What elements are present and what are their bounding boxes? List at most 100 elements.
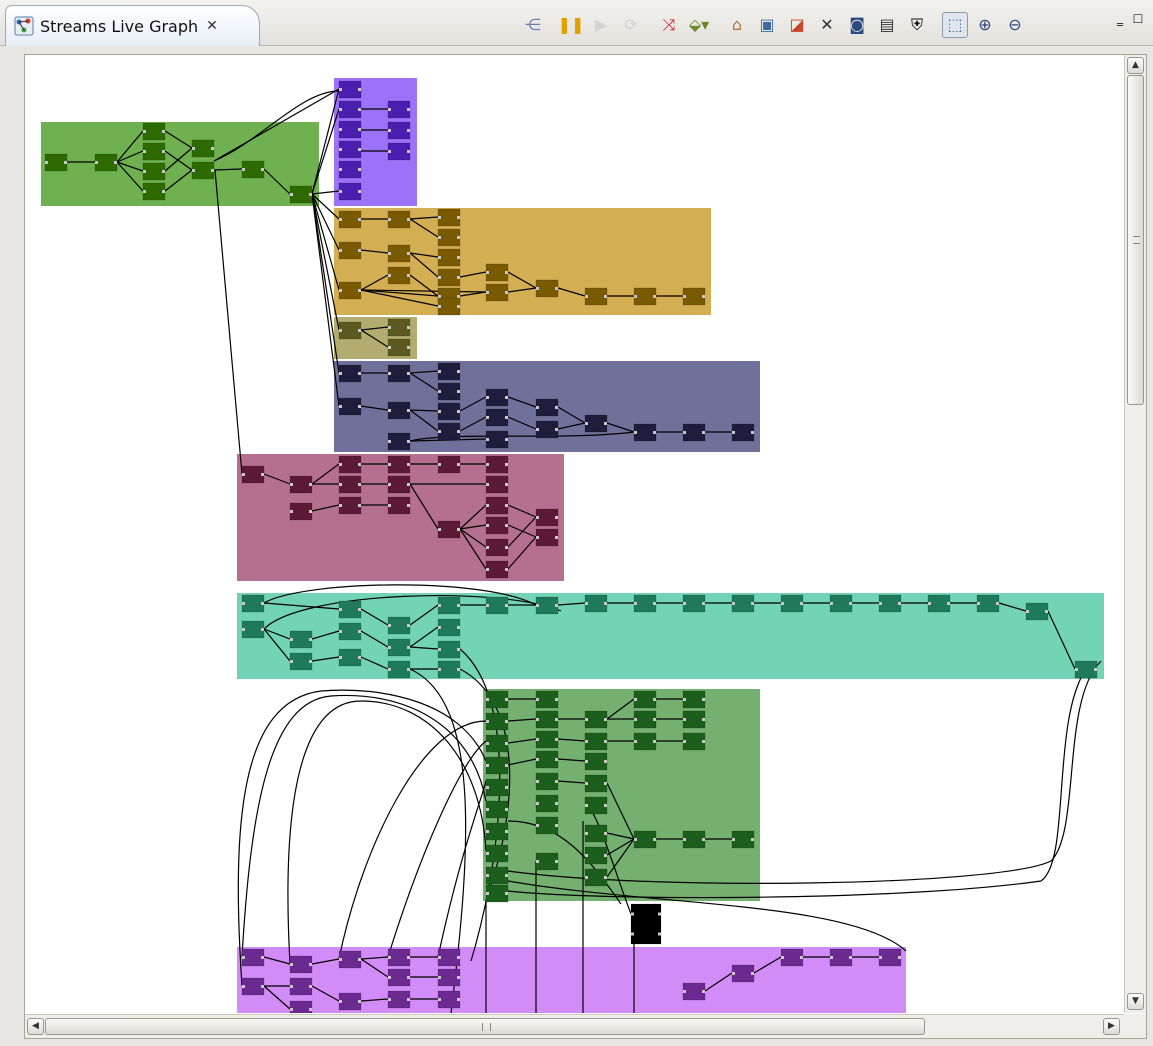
operator-node-31[interactable] <box>485 263 509 282</box>
operator-node-14[interactable] <box>338 140 362 159</box>
operator-node-62[interactable] <box>338 455 362 474</box>
operator-node-56[interactable] <box>731 423 755 442</box>
operator-node-64[interactable] <box>338 496 362 515</box>
operator-node-82[interactable] <box>338 600 362 619</box>
operator-node-107[interactable] <box>485 734 509 753</box>
maximize-icon[interactable]: ☐ <box>1131 12 1145 26</box>
operator-node-122[interactable] <box>535 852 559 871</box>
fit-to-window-icon[interactable]: ✕ <box>814 12 840 38</box>
operator-node-138[interactable] <box>682 830 706 849</box>
layout-icon[interactable]: ⋲ <box>520 12 546 38</box>
operator-node-65[interactable] <box>387 455 411 474</box>
snapshot-icon[interactable]: ◙ <box>844 12 870 38</box>
operator-node-143[interactable] <box>241 977 265 996</box>
find-icon[interactable]: ⛨ <box>904 12 930 38</box>
operator-node-141[interactable] <box>630 923 662 945</box>
operator-node-70[interactable] <box>485 475 509 494</box>
home-icon[interactable]: ⌂ <box>724 12 750 38</box>
operator-node-139[interactable] <box>731 830 755 849</box>
operator-node-79[interactable] <box>241 620 265 639</box>
operator-node-33[interactable] <box>535 279 559 298</box>
operator-node-101[interactable] <box>927 594 951 613</box>
operator-node-40[interactable] <box>387 338 411 357</box>
operator-node-115[interactable] <box>535 690 559 709</box>
operator-node-123[interactable] <box>584 710 608 729</box>
operator-node-116[interactable] <box>535 710 559 729</box>
operator-node-106[interactable] <box>485 712 509 731</box>
operator-node-5[interactable] <box>142 162 166 181</box>
operator-node-59[interactable] <box>241 465 265 484</box>
operator-node-4[interactable] <box>142 142 166 161</box>
operator-node-9[interactable] <box>241 160 265 179</box>
operator-node-10[interactable] <box>289 185 313 204</box>
operator-node-34[interactable] <box>584 287 608 306</box>
operator-node-88[interactable] <box>437 596 461 615</box>
operator-node-150[interactable] <box>387 968 411 987</box>
operator-node-104[interactable] <box>1074 660 1098 679</box>
operator-node-152[interactable] <box>437 948 461 967</box>
operator-node-46[interactable] <box>387 401 411 420</box>
operator-node-37[interactable] <box>437 297 461 316</box>
operator-node-133[interactable] <box>633 732 657 751</box>
operator-node-57[interactable] <box>387 432 411 451</box>
operator-node-55[interactable] <box>682 423 706 442</box>
streams-graph[interactable] <box>25 55 1123 1013</box>
operator-node-76[interactable] <box>535 508 559 527</box>
operator-node-72[interactable] <box>485 516 509 535</box>
operator-node-155[interactable] <box>682 982 706 1001</box>
operator-node-78[interactable] <box>241 594 265 613</box>
resume-icon[interactable]: ▶ <box>588 12 614 38</box>
operator-node-98[interactable] <box>780 594 804 613</box>
highlight-icon[interactable]: ⤨ <box>656 12 682 38</box>
operator-node-50[interactable] <box>485 408 509 427</box>
operator-node-22[interactable] <box>437 208 461 227</box>
operator-node-145[interactable] <box>289 977 313 996</box>
operator-node-87[interactable] <box>387 660 411 679</box>
operator-node-68[interactable] <box>437 455 461 474</box>
operator-node-49[interactable] <box>485 388 509 407</box>
operator-node-11[interactable] <box>338 80 362 99</box>
operator-node-95[interactable] <box>633 594 657 613</box>
color-scheme-icon[interactable]: ⬙▾ <box>686 12 712 38</box>
horizontal-scroll-thumb[interactable] <box>45 1018 925 1035</box>
refresh-icon[interactable]: ⟳ <box>618 12 644 38</box>
operator-node-159[interactable] <box>878 948 902 967</box>
operator-node-108[interactable] <box>485 756 509 775</box>
operator-node-100[interactable] <box>878 594 902 613</box>
operator-node-6[interactable] <box>142 182 166 201</box>
operator-node-45[interactable] <box>338 397 362 416</box>
operator-node-127[interactable] <box>584 796 608 815</box>
operator-node-158[interactable] <box>829 948 853 967</box>
operator-node-140[interactable] <box>630 903 662 925</box>
operator-node-19[interactable] <box>387 142 411 161</box>
scroll-up-arrow[interactable]: ▲ <box>1127 57 1144 74</box>
operator-node-43[interactable] <box>437 362 461 381</box>
operator-node-92[interactable] <box>485 596 509 615</box>
operator-node-29[interactable] <box>387 266 411 285</box>
operator-node-111[interactable] <box>485 822 509 841</box>
operator-node-75[interactable] <box>437 520 461 539</box>
operator-node-110[interactable] <box>485 800 509 819</box>
operator-node-3[interactable] <box>142 122 166 141</box>
operator-node-156[interactable] <box>731 964 755 983</box>
operator-node-53[interactable] <box>584 414 608 433</box>
operator-node-89[interactable] <box>437 618 461 637</box>
operator-node-126[interactable] <box>584 774 608 793</box>
operator-node-85[interactable] <box>387 616 411 635</box>
operator-node-154[interactable] <box>437 990 461 1009</box>
scroll-down-arrow[interactable]: ▼ <box>1127 993 1144 1010</box>
view-tab-streams-live-graph[interactable]: Streams Live Graph ✕ <box>5 5 260 46</box>
operator-node-157[interactable] <box>780 948 804 967</box>
operator-node-105[interactable] <box>485 690 509 709</box>
operator-node-60[interactable] <box>289 475 313 494</box>
operator-node-77[interactable] <box>535 528 559 547</box>
operator-node-32[interactable] <box>485 283 509 302</box>
pause-icon[interactable]: ❚❚ <box>558 12 585 38</box>
operator-node-135[interactable] <box>682 710 706 729</box>
operator-node-142[interactable] <box>241 948 265 967</box>
operator-node-121[interactable] <box>535 816 559 835</box>
operator-node-125[interactable] <box>584 752 608 771</box>
operator-node-17[interactable] <box>387 100 411 119</box>
operator-node-74[interactable] <box>485 560 509 579</box>
operator-node-113[interactable] <box>485 866 509 885</box>
